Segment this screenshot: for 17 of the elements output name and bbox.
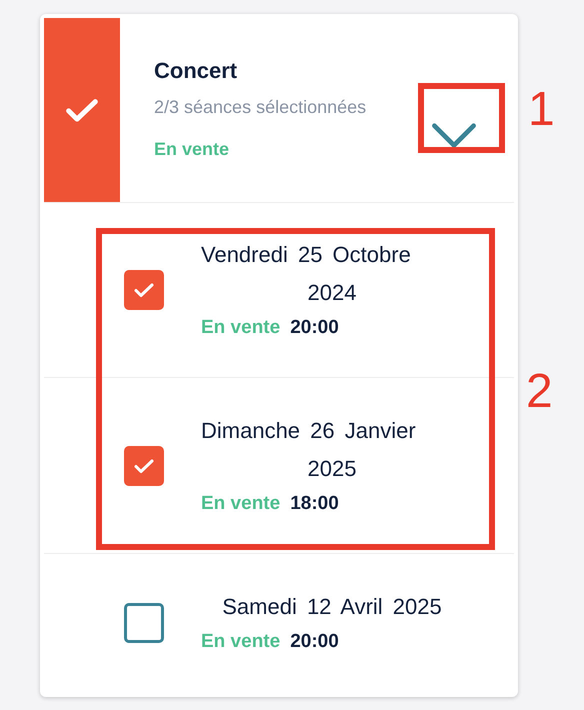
session-time: 20:00: [290, 316, 339, 340]
event-summary: 2/3 séances sélectionnées En vente: [154, 96, 368, 161]
event-title: Concert: [154, 57, 238, 85]
session-date: Vendredi 25 Octobre 2024: [201, 241, 412, 308]
annotation-number: 2: [526, 368, 553, 416]
annotation-number: 1: [528, 86, 555, 134]
session-time: 18:00: [290, 492, 339, 516]
session-checkbox[interactable]: [124, 270, 164, 310]
session-date: Dimanche 26 Janvier 2025: [201, 416, 417, 482]
session-checkbox[interactable]: [124, 446, 164, 486]
session-status: En vente: [201, 630, 280, 654]
session-time: 20:00: [290, 630, 339, 654]
session-status: En vente: [201, 316, 280, 340]
session-checkbox[interactable]: [124, 603, 164, 644]
session-date: Samedi 12 Avril 2025: [221, 593, 443, 622]
session-status: En vente: [201, 492, 280, 516]
event-checkbox[interactable]: [44, 18, 120, 202]
